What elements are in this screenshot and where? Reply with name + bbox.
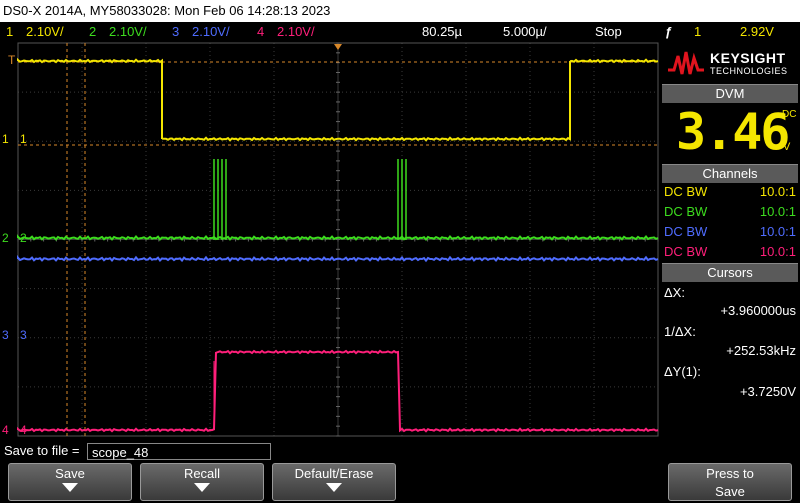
default-erase-softkey[interactable]: Default/Erase bbox=[272, 463, 396, 501]
brand-name: KEYSIGHT bbox=[710, 50, 786, 66]
ch1-number[interactable]: 1 bbox=[6, 22, 13, 41]
status-bar: 1 2.10V/ 2 2.10V/ 3 2.10V/ 4 2.10V/ 80.2… bbox=[0, 22, 800, 41]
ch4-probe: 10.0:1 bbox=[759, 244, 796, 259]
trigger-level[interactable]: 2.92V bbox=[740, 22, 774, 41]
ch4-label[interactable]: 4 bbox=[20, 423, 27, 437]
ch1-ground-marker[interactable]: 1 bbox=[2, 132, 9, 146]
run-state[interactable]: Stop bbox=[595, 22, 622, 41]
ch1-scale[interactable]: 2.10V/ bbox=[26, 22, 64, 41]
chevron-down-icon bbox=[194, 483, 210, 492]
save-softkey[interactable]: Save bbox=[8, 463, 132, 501]
ch1-label[interactable]: 1 bbox=[20, 132, 27, 146]
press-to-label: Press to bbox=[706, 466, 754, 481]
channel-row-4: DC BW 10.0:1 bbox=[664, 242, 796, 262]
ch1-coupling: DC BW bbox=[664, 184, 708, 199]
cursor-dy-label: ΔY(1): bbox=[664, 364, 701, 379]
trigger-edge-icon: ƒ bbox=[665, 24, 673, 39]
channel-row-2: DC BW 10.0:1 bbox=[664, 202, 796, 222]
cursor-dx-value: +3.960000us bbox=[720, 303, 796, 318]
ch2-label[interactable]: 2 bbox=[20, 231, 27, 245]
ch4-scale[interactable]: 2.10V/ bbox=[277, 22, 315, 41]
ch3-coupling: DC BW bbox=[664, 224, 708, 239]
ch3-probe: 10.0:1 bbox=[759, 224, 796, 239]
keysight-logo: KEYSIGHT TECHNOLOGIES bbox=[660, 41, 800, 83]
ch2-ground-marker[interactable]: 2 bbox=[2, 231, 9, 245]
channel-row-3: DC BW 10.0:1 bbox=[664, 222, 796, 242]
ch2-number[interactable]: 2 bbox=[89, 22, 96, 41]
cursor-dx-label: ΔX: bbox=[664, 285, 685, 300]
ch4-ground-marker[interactable]: 4 bbox=[2, 423, 9, 437]
save-to-file-label: Save to file = bbox=[4, 443, 80, 458]
instrument-title: DS0-X 2014A, MY58033028: Mon Feb 06 14:2… bbox=[3, 3, 331, 18]
ch1-probe: 10.0:1 bbox=[759, 184, 796, 199]
ch3-number[interactable]: 3 bbox=[172, 22, 179, 41]
time-scale[interactable]: 5.000µ/ bbox=[503, 22, 547, 41]
ch3-scale[interactable]: 2.10V/ bbox=[192, 22, 230, 41]
dvm-value: 3.46 bbox=[676, 103, 790, 161]
recall-softkey-label: Recall bbox=[183, 466, 221, 481]
cursor-dy-value: +3.7250V bbox=[739, 384, 796, 399]
recall-softkey[interactable]: Recall bbox=[140, 463, 264, 501]
chevron-down-icon bbox=[62, 483, 78, 492]
press-to-save-softkey[interactable]: Press to Save bbox=[668, 463, 792, 501]
dvm-header[interactable]: DVM bbox=[662, 84, 798, 103]
ch3-ground-marker[interactable]: 3 bbox=[2, 328, 9, 342]
side-panel: KEYSIGHT TECHNOLOGIES DVM 3.46 DC V Chan… bbox=[660, 41, 800, 441]
brand-sub: TECHNOLOGIES bbox=[710, 66, 788, 76]
display-background bbox=[0, 41, 660, 441]
ch2-probe: 10.0:1 bbox=[759, 204, 796, 219]
filename-field[interactable]: scope_48 bbox=[87, 443, 271, 460]
dvm-readout: 3.46 DC V bbox=[662, 103, 798, 161]
cursor-inv-value: +252.53kHz bbox=[726, 343, 796, 358]
trigger-level-marker[interactable]: T bbox=[8, 53, 16, 67]
ch4-number[interactable]: 4 bbox=[257, 22, 264, 41]
dvm-unit: V bbox=[783, 141, 791, 153]
ch2-scale[interactable]: 2.10V/ bbox=[109, 22, 147, 41]
chevron-down-icon bbox=[326, 483, 342, 492]
channels-header[interactable]: Channels bbox=[662, 164, 798, 183]
dvm-mode: DC bbox=[782, 109, 797, 120]
ch3-label[interactable]: 3 bbox=[20, 328, 27, 342]
time-position[interactable]: 80.25µ bbox=[422, 22, 462, 41]
channel-row-1: DC BW 10.0:1 bbox=[664, 182, 796, 202]
cursors-header[interactable]: Cursors bbox=[662, 263, 798, 282]
trigger-channel[interactable]: 1 bbox=[694, 22, 701, 41]
ch4-coupling: DC BW bbox=[664, 244, 708, 259]
cursor-inv-label: 1/ΔX: bbox=[664, 324, 696, 339]
ch2-coupling: DC BW bbox=[664, 204, 708, 219]
save-label: Save bbox=[715, 484, 745, 499]
keysight-wave-icon bbox=[668, 51, 704, 75]
title-bar: DS0-X 2014A, MY58033028: Mon Feb 06 14:2… bbox=[0, 0, 800, 22]
waveform-display[interactable]: T 1 1 2 2 3 3 4 4 bbox=[0, 41, 660, 441]
save-softkey-label: Save bbox=[55, 466, 85, 481]
default-erase-softkey-label: Default/Erase bbox=[294, 466, 374, 481]
